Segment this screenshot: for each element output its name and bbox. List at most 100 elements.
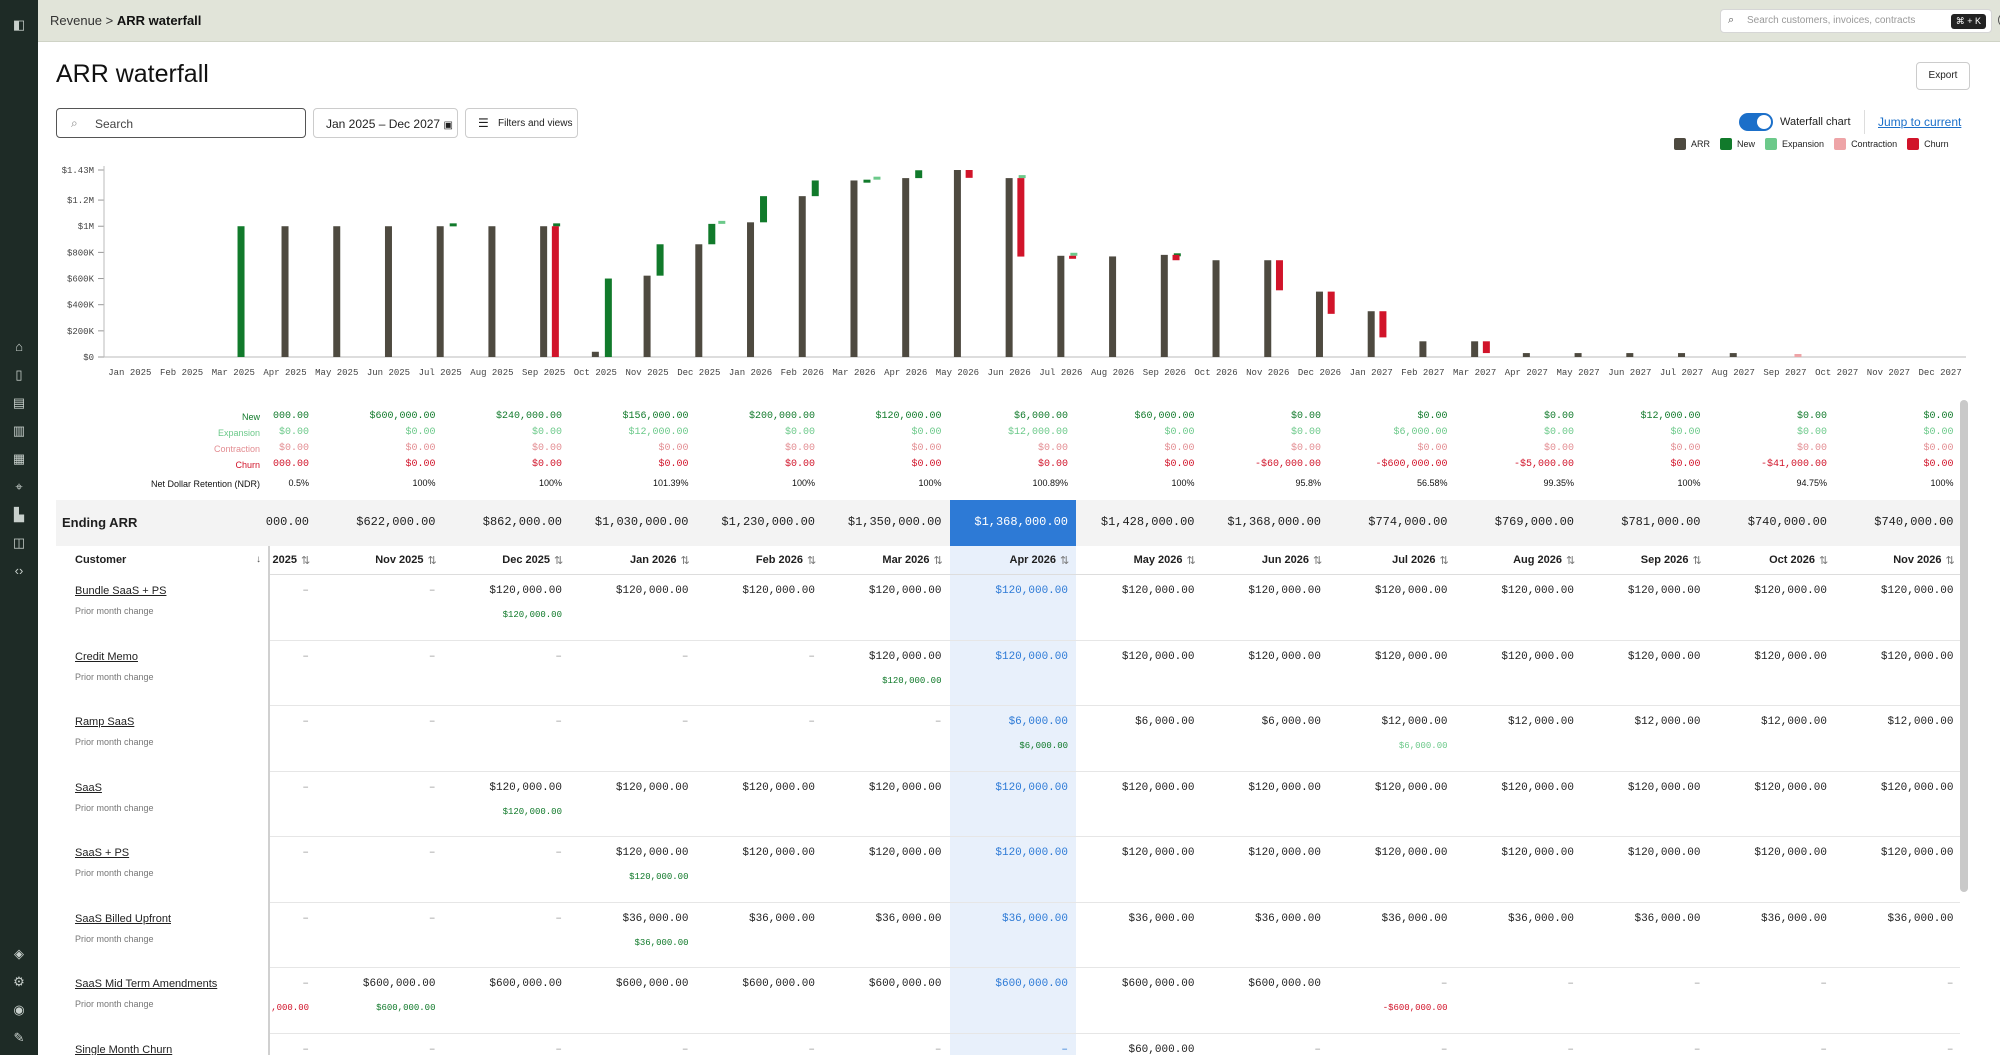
churn-bar — [965, 170, 973, 178]
ending-arr-label: Ending ARR — [62, 515, 138, 530]
search-input[interactable]: ⌕ Search — [56, 108, 306, 138]
legend-label: Contraction — [1851, 139, 1898, 149]
customer-name-link[interactable]: Single Month Churn — [75, 1044, 172, 1055]
arr-bar — [1367, 311, 1375, 357]
customer-name-link[interactable]: Bundle SaaS + PS — [75, 585, 166, 597]
x-tick-label: Sep 2026 — [1143, 368, 1186, 378]
reports-icon[interactable]: ▙ — [9, 505, 29, 525]
x-tick-label: Nov 2025 — [625, 368, 668, 378]
cell-change: $120,000.00 — [882, 675, 942, 686]
customer-name-link[interactable]: SaaS Mid Term Amendments — [75, 978, 217, 990]
expansion-bar — [873, 176, 881, 180]
date-range-picker[interactable]: Jan 2025 – Dec 2027 ▣ — [313, 108, 458, 138]
x-tick-label: Dec 2026 — [1298, 368, 1341, 378]
x-tick-label: Aug 2025 — [470, 368, 513, 378]
arr-bar — [1729, 353, 1737, 357]
metric-value-exp: $0.00 — [1923, 427, 1954, 438]
arr-bar — [1574, 353, 1582, 357]
shortcut-badge: ⌘ + K — [1950, 14, 1986, 29]
left-nav-rail: ◧ ⌂ ▯ ▤ ▥ ▦ ⌖ ▙ ◫ ‹› ◈ ⚙ ◉ ✎ — [0, 0, 38, 1055]
breadcrumb-separator: > — [102, 13, 117, 28]
legend-label: Churn — [1924, 139, 1949, 149]
churn-bar — [1069, 255, 1077, 259]
legend-item-arr: ARR — [1674, 138, 1710, 150]
arr-bar — [902, 178, 910, 357]
layers-icon[interactable]: ◈ — [9, 944, 29, 964]
filters-button[interactable]: ☰ Filters and views — [465, 108, 578, 138]
legend-swatch — [1720, 138, 1733, 150]
waterfall-chart-toggle[interactable] — [1739, 113, 1773, 131]
y-tick-label: $400K — [67, 301, 95, 311]
document-icon[interactable]: ▤ — [9, 393, 29, 413]
tag-icon[interactable]: ⌖ — [9, 477, 29, 497]
waterfall-chart: $0 $200K $400K $600K $800K $1M $1.2M $1.43M Jan … — [56, 162, 1968, 389]
x-tick-label: Aug 2027 — [1712, 368, 1755, 378]
x-tick-label: Jan 2027 — [1350, 368, 1393, 378]
cell-change: -$600,000.00 — [1382, 1003, 1448, 1013]
top-bar: Revenue > ARR waterfall ⌕ Search customer… — [38, 0, 2000, 42]
settings-icon[interactable]: ⚙ — [9, 972, 29, 992]
customer-name-link[interactable]: SaaS + PS — [75, 847, 129, 859]
expansion-bar — [718, 220, 726, 224]
row-divider — [56, 836, 1960, 837]
row-divider — [56, 639, 1960, 641]
sort-down-icon[interactable]: ↓ — [256, 554, 261, 565]
legend-item-contraction: Contraction — [1834, 138, 1897, 150]
home-icon[interactable]: ⌂ — [9, 337, 29, 357]
arr-bar — [695, 244, 703, 357]
account-icon[interactable]: ◉ — [9, 1000, 29, 1020]
legend-item-churn: Churn — [1907, 138, 1949, 150]
divider — [1864, 110, 1865, 134]
code-icon[interactable]: ‹› — [9, 561, 29, 581]
new-bar — [811, 180, 819, 197]
chart-legend: ARR New Expansion Contraction Churn — [1674, 137, 1949, 151]
customers-icon[interactable]: ▯ — [9, 365, 29, 385]
x-tick-label: Oct 2025 — [574, 368, 617, 378]
arr-bar — [643, 275, 651, 357]
x-tick-label: Jan 2026 — [729, 368, 772, 378]
y-tick-label: $200K — [67, 327, 95, 337]
table-icon[interactable]: ▦ — [9, 449, 29, 469]
y-tick-label: $1.43M — [62, 166, 94, 176]
x-tick-label: Jun 2027 — [1608, 368, 1651, 378]
global-search-placeholder: Search customers, invoices, contracts — [1747, 15, 1916, 26]
sidebar-toggle-icon[interactable]: ◧ — [9, 15, 29, 35]
customer-column: Customer ↓ Bundle SaaS + PS Prior month cha… — [56, 546, 270, 1055]
column-header-month[interactable]: Nov 2026 ⇅ — [1762, 554, 1955, 567]
x-tick-label: Feb 2026 — [781, 368, 824, 378]
customer-name-link[interactable]: Ramp SaaS — [75, 716, 134, 728]
new-bar — [237, 226, 245, 357]
arr-bar — [1315, 291, 1323, 357]
row-divider — [56, 705, 1960, 706]
filter-sliders-icon: ☰ — [478, 116, 489, 130]
metric-value-new: $0.00 — [1923, 411, 1954, 422]
export-button[interactable]: Export — [1916, 62, 1970, 90]
arr-bar — [1626, 353, 1634, 357]
row-divider — [56, 770, 1960, 772]
customer-name-link[interactable]: Credit Memo — [75, 651, 138, 663]
customer-header[interactable]: Customer — [75, 554, 126, 566]
customer-name-link[interactable]: SaaS Billed Upfront — [75, 913, 171, 925]
database-icon[interactable]: ◫ — [9, 533, 29, 553]
y-tick-label: $1M — [78, 222, 94, 232]
churn-bar — [551, 226, 559, 357]
vertical-scrollbar[interactable] — [1960, 400, 1968, 892]
churn-bar — [1327, 291, 1335, 314]
cell-change: $36,000.00 — [634, 937, 689, 948]
customer-name-link[interactable]: SaaS — [75, 782, 102, 794]
global-search-input[interactable]: ⌕ Search customers, invoices, contracts ⌘ … — [1720, 9, 1992, 33]
jump-to-current-link[interactable]: Jump to current — [1878, 115, 1961, 129]
breadcrumb-parent[interactable]: Revenue — [50, 13, 102, 28]
prior-month-change-label: Prior month change — [75, 999, 154, 1009]
new-bar — [760, 196, 768, 223]
row-divider — [56, 1032, 1960, 1034]
tools-icon[interactable]: ✎ — [9, 1028, 29, 1048]
cell-value: $36,000.00 — [1887, 912, 1954, 925]
y-tick-label: $800K — [67, 248, 95, 258]
arr-bar — [1471, 341, 1479, 357]
legend-label: New — [1737, 139, 1756, 149]
x-tick-label: Oct 2027 — [1815, 368, 1858, 378]
sort-icon[interactable]: ⇅ — [1946, 554, 1955, 567]
invoice-icon[interactable]: ▥ — [9, 421, 29, 441]
x-tick-label: Mar 2025 — [212, 368, 255, 378]
